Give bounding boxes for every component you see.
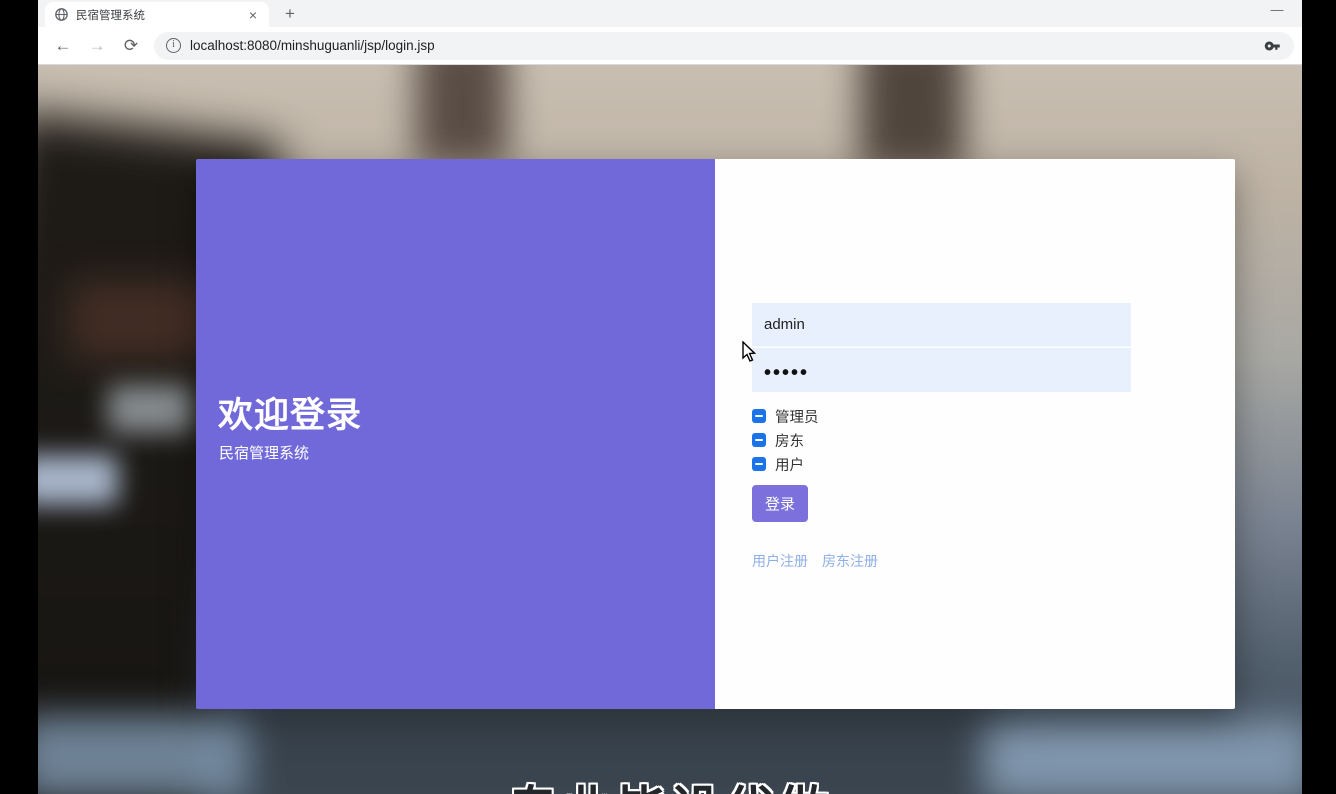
url-text[interactable]: localhost:8080/minshuguanli/jsp/login.js… — [190, 38, 1256, 53]
username-input[interactable] — [752, 303, 1131, 347]
role-label: 管理员 — [775, 409, 819, 426]
password-input[interactable] — [752, 348, 1131, 392]
globe-icon — [55, 8, 68, 21]
welcome-panel: 欢迎登录 民宿管理系统 — [196, 159, 715, 709]
background-blob — [38, 455, 118, 505]
background-blob — [108, 385, 193, 433]
register-links: 用户注册 房东注册 — [752, 551, 878, 571]
login-form: 管理员 房东 用户 登录 用户注册 房东注册 — [715, 159, 1235, 709]
password-key-icon[interactable] — [1264, 37, 1282, 55]
tab-strip: 民宿管理系统 × + — — [38, 0, 1302, 27]
welcome-title: 欢迎登录 — [218, 396, 363, 435]
login-card: 欢迎登录 民宿管理系统 管理员 房东 — [196, 159, 1235, 709]
checkbox-icon[interactable] — [752, 433, 766, 447]
login-button[interactable]: 登录 — [752, 485, 808, 522]
role-selector: 管理员 房东 用户 — [752, 404, 819, 476]
background-pillar-shape — [860, 65, 964, 171]
checkbox-icon[interactable] — [752, 409, 766, 423]
page-info-icon[interactable]: i — [166, 38, 181, 53]
tab-close-icon[interactable]: × — [247, 8, 259, 22]
new-tab-button[interactable]: + — [277, 4, 303, 24]
back-icon[interactable]: ← — [49, 32, 77, 60]
checkbox-icon[interactable] — [752, 457, 766, 471]
forward-icon: → — [88, 35, 106, 55]
overlay-caption: 专业毕设代做 — [38, 770, 1302, 794]
address-bar[interactable]: i localhost:8080/minshuguanli/jsp/login.… — [154, 31, 1294, 60]
landlord-register-link[interactable]: 房东注册 — [822, 551, 878, 571]
role-option-user[interactable]: 用户 — [752, 452, 819, 476]
tab-minsuguanli[interactable]: 民宿管理系统 × — [45, 2, 269, 27]
role-option-admin[interactable]: 管理员 — [752, 404, 819, 428]
user-register-link[interactable]: 用户注册 — [752, 551, 808, 571]
page-content: 欢迎登录 民宿管理系统 管理员 房东 — [38, 65, 1302, 794]
browser-window: 民宿管理系统 × + — ← → ⟳ i localhost:8080/mins… — [38, 0, 1302, 794]
window-minimize-button[interactable]: — — [1264, 2, 1290, 22]
role-label: 房东 — [775, 433, 804, 450]
welcome-subtitle: 民宿管理系统 — [219, 445, 310, 462]
tab-title: 民宿管理系统 — [76, 9, 145, 22]
reload-icon[interactable]: ⟳ — [117, 32, 145, 60]
browser-toolbar: ← → ⟳ i localhost:8080/minshuguanli/jsp/… — [38, 27, 1302, 65]
role-label: 用户 — [775, 457, 804, 474]
background-pillar-shape — [416, 65, 508, 165]
role-option-landlord[interactable]: 房东 — [752, 428, 819, 452]
mouse-cursor — [742, 341, 757, 362]
